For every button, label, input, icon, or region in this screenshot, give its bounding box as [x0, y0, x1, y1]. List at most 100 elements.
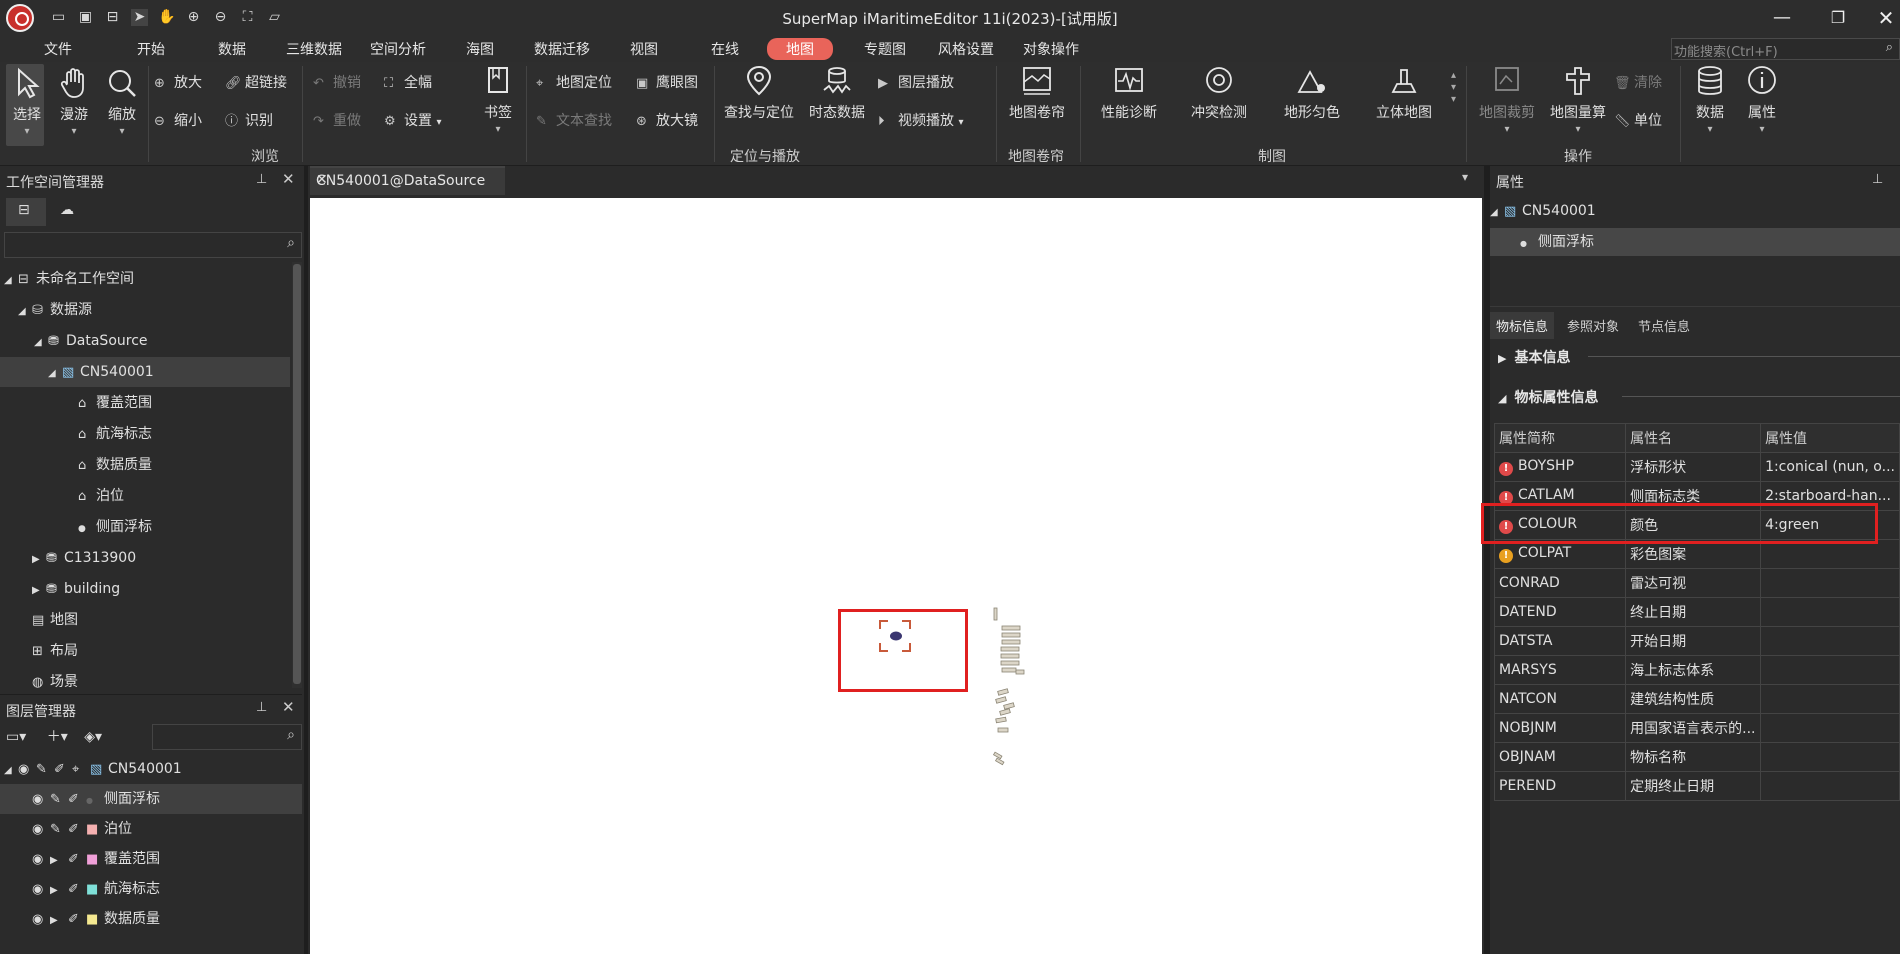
splitter[interactable]	[1484, 166, 1490, 954]
table-row[interactable]: ! BOYSHP 浮标形状 1:conical (nun, o...	[1493, 452, 1900, 482]
expand-arrow-icon[interactable]: ◢	[1490, 198, 1504, 228]
tree-workspace[interactable]: ◢ ⊟ 未命名工作空间	[4, 264, 134, 294]
column-header[interactable]: 属性名	[1625, 423, 1762, 453]
eye-icon[interactable]: ◉	[32, 845, 48, 875]
temporal-data-button[interactable]: 时态数据	[804, 64, 870, 122]
menu-data[interactable]: 数据	[218, 39, 246, 59]
tree-datasource[interactable]: ◢ ⛃ DataSource	[34, 326, 148, 356]
layer-nav-aids[interactable]: ◉ ▶ ✐ ■ 航海标志	[32, 874, 160, 904]
attr-code-cell[interactable]: DATEND	[1493, 597, 1627, 627]
undo-button[interactable]: ↶ 撤销	[313, 72, 361, 92]
editable-icon[interactable]: ✐	[68, 905, 84, 935]
workspace-scrollbar[interactable]	[292, 262, 302, 688]
collapse-arrow-icon[interactable]: ▶	[50, 876, 66, 906]
menu-file[interactable]: 文件	[44, 39, 72, 59]
clear-button[interactable]: 🗑︎ 清除	[1614, 72, 1662, 92]
attr-value-cell[interactable]	[1760, 568, 1900, 598]
menu-map[interactable]: 地图	[767, 38, 833, 60]
attr-value-cell[interactable]	[1760, 713, 1900, 743]
table-row[interactable]: CONRAD 雷达可视	[1493, 568, 1900, 598]
ribbon-scroll-arrows[interactable]: ▴ ▾ ▾	[1451, 70, 1456, 106]
pan-tool-button[interactable]: 漫游 ▾	[54, 66, 94, 137]
attr-name-cell[interactable]: 用国家语言表示的...	[1625, 713, 1762, 743]
tree-building[interactable]: ▶ ⛃ building	[32, 574, 120, 604]
scrollbar-thumb[interactable]	[293, 264, 301, 684]
attr-code-cell[interactable]: PEREND	[1493, 771, 1627, 801]
menu-thematic-map[interactable]: 专题图	[864, 39, 906, 59]
find-locate-button[interactable]: 查找与定位	[720, 64, 798, 122]
layer-search-input[interactable]: ⌕	[152, 724, 302, 750]
add-layer-group-icon[interactable]: ▭▾	[6, 729, 26, 745]
expand-arrow-icon[interactable]: ◢	[4, 266, 18, 296]
attr-code-cell[interactable]: NATCON	[1493, 684, 1627, 714]
attr-value-cell[interactable]: 1:conical (nun, o...	[1760, 452, 1900, 482]
expand-arrow-icon[interactable]: ◢	[4, 756, 18, 786]
tree-scenes[interactable]: ◍ 场景	[32, 667, 78, 697]
map-document-tab[interactable]: CN540001@DataSource ✕	[310, 166, 505, 195]
attr-value-cell[interactable]	[1760, 771, 1900, 801]
bookmark-button[interactable]: 书签 ▾	[476, 64, 520, 135]
conflict-detection-button[interactable]: 冲突检测	[1184, 64, 1254, 122]
tab-object-info[interactable]: 物标信息	[1490, 312, 1555, 339]
search-icon[interactable]: ⌕	[287, 727, 295, 743]
expand-arrow-icon[interactable]: ◢	[18, 297, 32, 327]
workspace-search-input[interactable]: ⌕	[4, 232, 302, 258]
tree-berth[interactable]: ⌂ 泊位	[78, 481, 124, 511]
tree-datasources[interactable]: ◢ ⛁ 数据源	[18, 295, 92, 325]
search-icon[interactable]: ⌕	[1886, 40, 1893, 55]
text-search-button[interactable]: ✎ 文本查找	[536, 110, 612, 130]
tab-overflow-chevron-icon[interactable]: ▾	[1462, 170, 1468, 184]
eye-icon[interactable]: ◉	[18, 755, 34, 785]
attr-name-cell[interactable]: 浮标形状	[1625, 452, 1762, 482]
menu-data-migration[interactable]: 数据迁移	[534, 39, 590, 59]
layer-data-quality[interactable]: ◉ ▶ ✐ ■ 数据质量	[32, 904, 160, 934]
menu-style-settings[interactable]: 风格设置	[938, 39, 994, 59]
redo-button[interactable]: ↷ 重做	[313, 110, 361, 130]
eye-icon[interactable]: ◉	[32, 815, 48, 845]
collapse-arrow-icon[interactable]: ▶	[32, 576, 46, 606]
close-tab-icon[interactable]: ✕	[316, 172, 499, 188]
attr-code-cell[interactable]: DATSTA	[1493, 626, 1627, 656]
map-measure-button[interactable]: 地图量算 ▾	[1543, 64, 1613, 135]
pin-icon[interactable]: ⊥	[256, 700, 267, 715]
map-clip-button[interactable]: 地图裁剪 ▾	[1472, 64, 1542, 135]
prop-tree-root[interactable]: ◢ ▧ CN540001	[1490, 196, 1596, 226]
selectable-icon[interactable]: ✎	[36, 755, 52, 785]
editable-icon[interactable]: ✐	[68, 845, 84, 875]
tree-nav-aids[interactable]: ⌂ 航海标志	[78, 419, 152, 449]
close-icon[interactable]: ✕	[282, 170, 295, 188]
eye-icon[interactable]: ◉	[32, 875, 48, 905]
attr-name-cell[interactable]: 定期终止日期	[1625, 771, 1762, 801]
close-icon[interactable]: ✕	[1866, 5, 1900, 31]
zoom-out-button[interactable]: ⊖ 缩小	[154, 110, 202, 130]
attr-code-cell[interactable]: CONRAD	[1493, 568, 1627, 598]
menu-spatial-analysis[interactable]: 空间分析	[370, 39, 426, 59]
menu-start[interactable]: 开始	[137, 39, 165, 59]
attr-value-cell[interactable]	[1760, 626, 1900, 656]
full-extent-button[interactable]: ⛶ 全幅	[384, 72, 432, 92]
select-tool-button[interactable]: 选择 ▾	[8, 66, 46, 137]
tree-c1313900[interactable]: ▶ ⛃ C1313900	[32, 543, 136, 573]
cloud-workspace-icon[interactable]: ☁︎	[60, 202, 74, 218]
menu-3d-data[interactable]: 三维数据	[286, 39, 342, 59]
minimize-icon[interactable]: —	[1762, 5, 1802, 31]
map-canvas[interactable]	[310, 198, 1482, 954]
editable-icon[interactable]: ✐	[68, 785, 84, 815]
add-icon[interactable]: ＋▾	[47, 729, 68, 745]
attr-value-cell[interactable]	[1760, 655, 1900, 685]
identify-button[interactable]: ⓘ 识别	[225, 110, 273, 130]
column-header[interactable]: 属性值	[1760, 423, 1900, 453]
tree-layouts[interactable]: ⊞ 布局	[32, 636, 78, 666]
tree-maps[interactable]: ▤ 地图	[32, 605, 78, 635]
magnifier-button[interactable]: ⊛ 放大镜	[636, 110, 698, 130]
layer-coverage[interactable]: ◉ ▶ ✐ ■ 覆盖范围	[32, 844, 160, 874]
editable-icon[interactable]: ✐	[68, 815, 84, 845]
table-row[interactable]: DATSTA 开始日期	[1493, 626, 1900, 656]
table-row[interactable]: OBJNAM 物标名称	[1493, 742, 1900, 772]
prop-tree-child[interactable]: ● 侧面浮标	[1520, 227, 1594, 257]
collapse-arrow-icon[interactable]: ▶	[50, 906, 66, 936]
pin-icon[interactable]: ⊥	[256, 172, 267, 187]
data-button[interactable]: 数据 ▾	[1686, 64, 1734, 135]
layer-lateral-buoy[interactable]: ◉ ✎ ✐ ● 侧面浮标	[32, 784, 160, 814]
attr-value-cell[interactable]	[1760, 742, 1900, 772]
